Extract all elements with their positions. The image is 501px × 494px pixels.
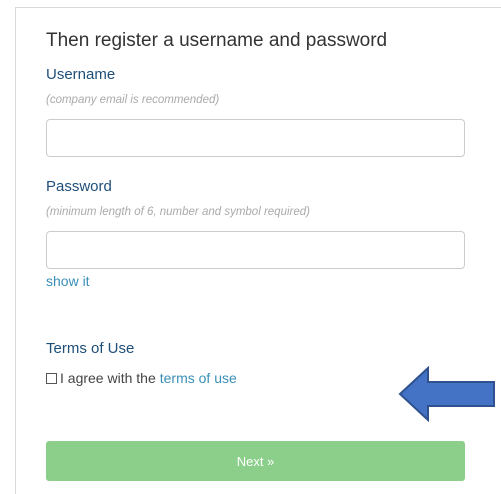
left-arrow-icon xyxy=(398,365,496,427)
username-hint: (company email is recommended) xyxy=(46,94,220,106)
username-label: Username xyxy=(46,66,116,83)
arrow-shape xyxy=(398,365,495,423)
panel-border xyxy=(15,7,501,8)
password-hint: (minimum length of 6, number and symbol … xyxy=(46,206,310,218)
show-password-link[interactable]: show it xyxy=(46,273,90,289)
agree-row: I agree with the terms of use xyxy=(46,370,237,386)
agree-checkbox[interactable] xyxy=(46,372,57,384)
agree-text: I agree with the xyxy=(60,370,156,386)
password-input[interactable] xyxy=(46,231,465,269)
next-button[interactable]: Next » xyxy=(46,441,465,481)
username-input[interactable] xyxy=(46,119,465,157)
panel-border xyxy=(15,7,16,494)
password-label: Password xyxy=(46,178,112,195)
form-heading: Then register a username and password xyxy=(46,30,388,51)
terms-of-use-link[interactable]: terms of use xyxy=(160,370,237,386)
terms-heading: Terms of Use xyxy=(46,340,135,357)
